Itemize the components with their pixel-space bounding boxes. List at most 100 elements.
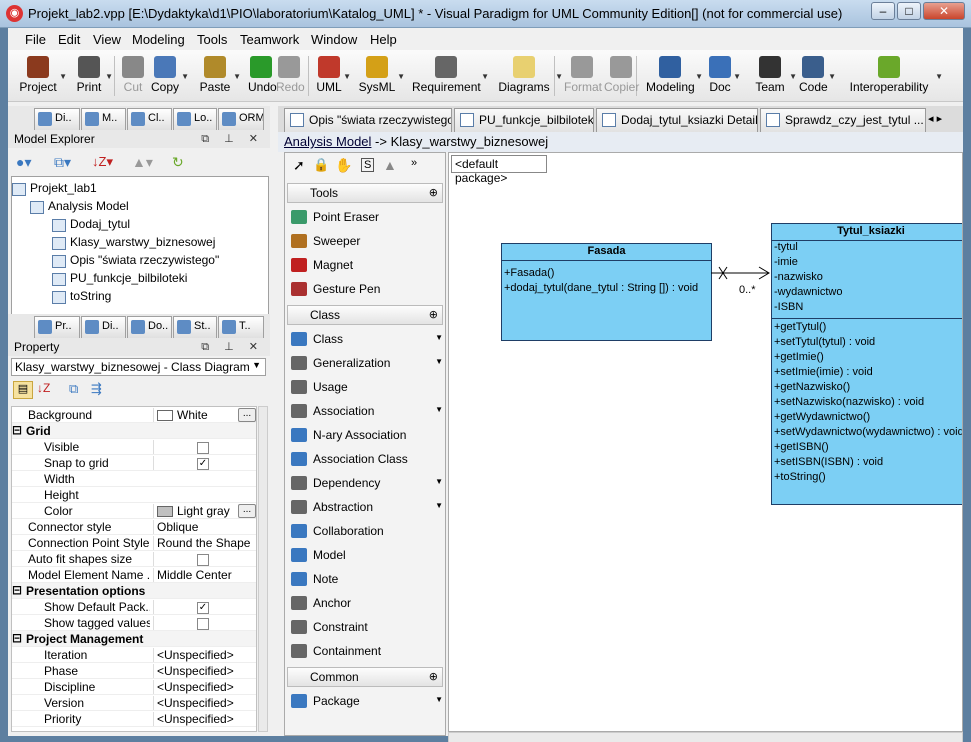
- palette-item-package[interactable]: Package ▼: [291, 691, 443, 713]
- breadcrumb-link[interactable]: Analysis Model: [284, 134, 371, 149]
- property-value[interactable]: White...: [153, 408, 256, 422]
- class-tytul-ksiazki[interactable]: Tytul_ksiazki -tytul -imie -nazwisko -wydaw…: [771, 223, 962, 505]
- menu-teamwork[interactable]: Teamwork: [240, 32, 299, 47]
- toolbar-button-code[interactable]: Code ▼: [799, 52, 836, 100]
- left-tab[interactable]: ORM: [218, 108, 264, 130]
- property-target-select[interactable]: Klasy_warstwy_biznesowej - Class Diagram…: [11, 358, 266, 376]
- property-row[interactable]: Priority <Unspecified>: [12, 711, 256, 727]
- pin-icon[interactable]: ⊕: [429, 186, 438, 199]
- property-row[interactable]: Model Element Name ... Middle Center: [12, 567, 256, 583]
- close-button[interactable]: ✕: [923, 2, 965, 20]
- toolbar-button-copier[interactable]: Copier: [604, 52, 639, 100]
- toolbar-button-undo[interactable]: Undo: [248, 52, 277, 100]
- property-row[interactable]: Show Default Pack... ✓: [12, 599, 256, 615]
- property-tab[interactable]: T..: [218, 316, 264, 338]
- left-tab[interactable]: Lo..: [173, 108, 217, 130]
- menu-tools[interactable]: Tools: [197, 32, 227, 47]
- property-value[interactable]: Light gray...: [153, 504, 256, 518]
- property-row[interactable]: Background White...: [12, 407, 256, 423]
- tree-item[interactable]: Dodaj_tytul: [52, 217, 130, 234]
- checkbox[interactable]: ✓: [197, 601, 209, 614]
- ellipsis-button[interactable]: ...: [238, 408, 256, 422]
- property-value[interactable]: [153, 440, 256, 454]
- diagram-tab[interactable]: Dodaj_tytul_ksiazki Details: [596, 108, 758, 132]
- overflow-icon[interactable]: »: [411, 157, 417, 169]
- property-row[interactable]: Height10: [12, 487, 256, 503]
- property-tab[interactable]: Di..: [81, 316, 126, 338]
- maximize-button[interactable]: □: [897, 2, 921, 20]
- checkbox[interactable]: [197, 441, 209, 454]
- menu-view[interactable]: View: [93, 32, 121, 47]
- pin-icon[interactable]: ⊕: [429, 308, 438, 321]
- palette-section-common[interactable]: Common ⊕: [287, 667, 443, 687]
- palette-item-usage[interactable]: Usage: [291, 377, 443, 399]
- ellipsis-button[interactable]: ...: [238, 504, 256, 518]
- hand-icon[interactable]: ✋: [335, 157, 352, 174]
- property-row[interactable]: Discipline <Unspecified>: [12, 679, 256, 695]
- pointer-icon[interactable]: ➚: [293, 157, 305, 174]
- tree-item[interactable]: Analysis Model: [30, 199, 129, 216]
- palette-item-containment[interactable]: Containment: [291, 641, 443, 663]
- palette-item-dependency[interactable]: Dependency ▼: [291, 473, 443, 495]
- property-scrollbar[interactable]: [258, 406, 268, 732]
- palette-item-magnet[interactable]: Magnet: [291, 255, 443, 277]
- property-row[interactable]: Version <Unspecified>: [12, 695, 256, 711]
- diagram-tab[interactable]: Sprawdz_czy_jest_tytul ...: [760, 108, 926, 132]
- class-fasada[interactable]: Fasada +Fasada() +dodaj_tytul(dane_tytul …: [501, 243, 712, 341]
- checkbox[interactable]: ✓: [197, 457, 209, 470]
- sort-alpha-icon[interactable]: ↓Z: [37, 381, 50, 395]
- diagram-tab[interactable]: Opis "świata rzeczywistego": [284, 108, 452, 132]
- property-tab[interactable]: Do..: [127, 316, 172, 338]
- toolbar-button-uml[interactable]: UML ▼: [316, 52, 351, 100]
- toolbar-button-project[interactable]: Project ▼: [18, 52, 67, 100]
- toolbar-button-redo[interactable]: Redo: [276, 52, 305, 100]
- menu-help[interactable]: Help: [370, 32, 397, 47]
- pin-icon[interactable]: ⊕: [429, 670, 438, 683]
- toolbar-button-paste[interactable]: Paste ▼: [198, 52, 241, 100]
- tree-item[interactable]: Projekt_lab1: [12, 181, 97, 198]
- property-row[interactable]: Connection Point Style Round the Shape: [12, 535, 256, 551]
- minimize-button[interactable]: –: [871, 2, 895, 20]
- palette-item-constraint[interactable]: Constraint: [291, 617, 443, 639]
- collapse-icon[interactable]: ⊟: [12, 583, 22, 597]
- property-value[interactable]: [153, 552, 256, 566]
- property-row[interactable]: Auto fit shapes size: [12, 551, 256, 567]
- menu-file[interactable]: File: [25, 32, 46, 47]
- property-row[interactable]: Visible: [12, 439, 256, 455]
- property-tab[interactable]: St..: [173, 316, 217, 338]
- collapse-icon[interactable]: ⊟: [12, 631, 22, 645]
- palette-item-model[interactable]: Model: [291, 545, 443, 567]
- toolbar-button-diagrams[interactable]: Diagrams ▼: [494, 52, 563, 100]
- panel-controls-icon[interactable]: ⧉ ⊥ ✕: [201, 340, 264, 354]
- diagram-canvas[interactable]: <default package> Fasada +Fasada() +dodaj…: [448, 152, 963, 732]
- menu-modeling[interactable]: Modeling: [132, 32, 185, 47]
- diagram-tab[interactable]: PU_funkcje_bilbiloteki: [454, 108, 594, 132]
- palette-item-collaboration[interactable]: Collaboration: [291, 521, 443, 543]
- palette-section-class[interactable]: Class ⊕: [287, 305, 443, 325]
- go-up-icon[interactable]: ▲▾: [132, 154, 153, 171]
- toolbar-button-requirement[interactable]: Requirement ▼: [412, 52, 489, 100]
- triangle-up-icon[interactable]: ▲: [383, 157, 397, 173]
- tree-view-icon[interactable]: ⧉▾: [54, 154, 71, 171]
- tree-item[interactable]: Opis "świata rzeczywistego": [52, 253, 219, 270]
- palette-item-anchor[interactable]: Anchor: [291, 593, 443, 615]
- checkbox[interactable]: [197, 617, 209, 630]
- palette-item-class[interactable]: Class ▼: [291, 329, 443, 351]
- tab-scroll-arrows-icon[interactable]: ◂ ▸: [928, 112, 942, 125]
- toolbar-button-modeling[interactable]: Modeling ▼: [646, 52, 703, 100]
- expand-icon[interactable]: ⧉: [69, 381, 78, 397]
- property-row[interactable]: Show tagged values: [12, 615, 256, 631]
- toolbar-button-cut[interactable]: Cut: [122, 52, 144, 100]
- property-row[interactable]: Width10: [12, 471, 256, 487]
- toolbar-button-format[interactable]: Format: [564, 52, 602, 100]
- refresh-icon[interactable]: ↻: [172, 154, 184, 171]
- checkbox[interactable]: [197, 553, 209, 566]
- menu-edit[interactable]: Edit: [58, 32, 80, 47]
- collapse-icon[interactable]: ⊟: [12, 423, 22, 437]
- toolbar-button-interoperability[interactable]: Interoperability ▼: [844, 52, 943, 100]
- palette-section-tools[interactable]: Tools ⊕: [287, 183, 443, 203]
- panel-controls-icon[interactable]: ⧉ ⊥ ✕: [201, 132, 264, 146]
- palette-item-sweeper[interactable]: Sweeper: [291, 231, 443, 253]
- toolbar-button-print[interactable]: Print ▼: [74, 52, 113, 100]
- toolbar-button-team[interactable]: Team ▼: [752, 52, 797, 100]
